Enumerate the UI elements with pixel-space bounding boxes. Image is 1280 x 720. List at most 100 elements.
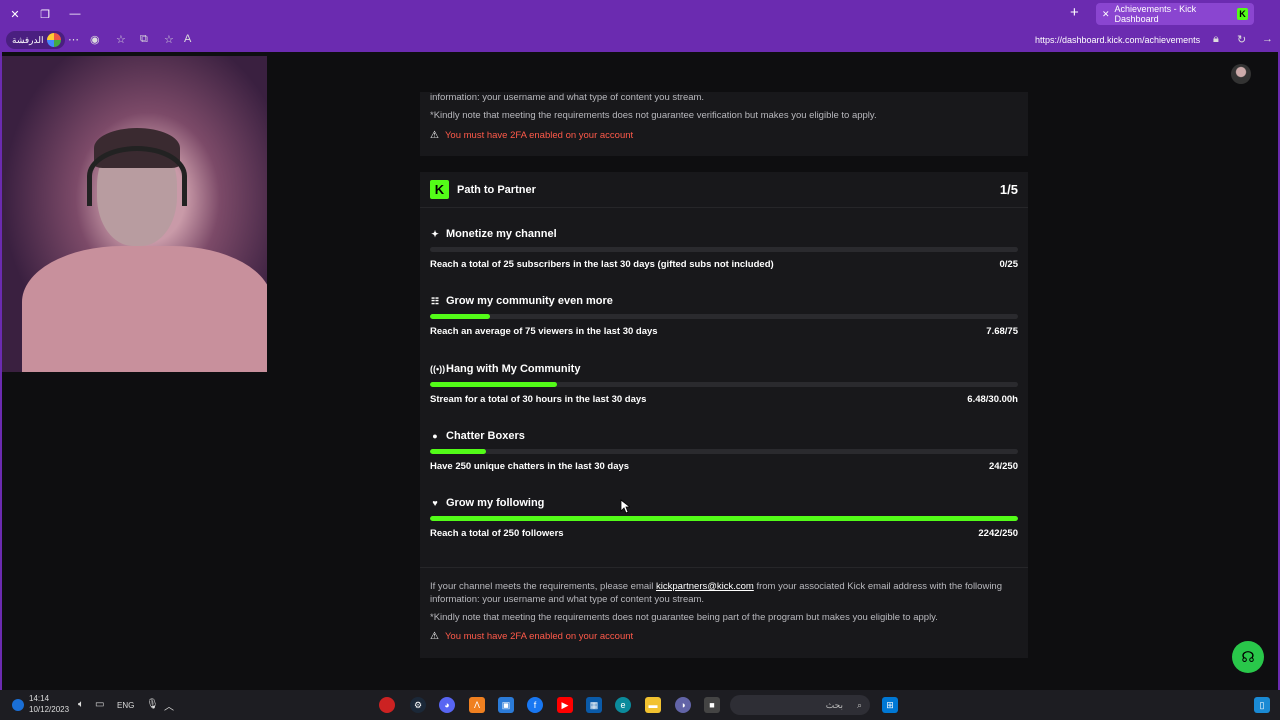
goal-progress-bar [430, 449, 1018, 454]
goal-item: ♥ Grow my following Reach a total of 250 f… [430, 497, 1018, 557]
network-icon[interactable]: ▭ [95, 699, 104, 710]
goal-progress-fill [430, 516, 1018, 521]
search-placeholder: بحث [825, 699, 843, 710]
webcam-overlay [2, 56, 267, 372]
discord-icon[interactable]: ◕ [439, 697, 455, 713]
goal-description: Reach a total of 25 subscribers in the l… [430, 259, 774, 270]
file-explorer-icon[interactable]: ▬ [645, 697, 661, 713]
broadcast-icon: ((•)) [430, 364, 446, 374]
kick-favicon-icon: K [1237, 8, 1248, 20]
verification-card: information: your username and what type… [420, 92, 1028, 156]
goal-description: Reach an average of 75 viewers in the la… [430, 326, 658, 337]
goal-progress-bar [430, 382, 1018, 387]
app-launcher-icon[interactable]: Λ [469, 697, 485, 713]
taskbar-date[interactable]: 10/12/2023 [29, 705, 69, 714]
goal-progress-bar [430, 247, 1018, 252]
taskbar-search-input[interactable]: بحث ⌕ [730, 695, 870, 715]
goal-item: ☷ Grow my community even more Reach an ave… [430, 295, 1018, 355]
search-icon: ⌕ [856, 699, 862, 710]
goal-item: ✦ Monetize my channel Reach a total of 25 … [430, 228, 1018, 288]
tray-chevron-icon[interactable]: ︿ [164, 698, 174, 713]
goal-progress-bar [430, 314, 1018, 319]
partner-card: K Path to Partner 1/5 ✦ Monetize my chann… [420, 172, 1028, 658]
account-icon[interactable]: ◉ [90, 33, 100, 46]
goal-title-text: Monetize my channel [446, 228, 557, 240]
email-link[interactable]: kickpartners@kick.com [656, 581, 754, 592]
notification-icon[interactable] [12, 699, 24, 711]
lock-icon[interactable]: 🔒︎ [1213, 33, 1219, 46]
kick-logo-icon: K [430, 180, 449, 199]
warning-icon: ⚠ [430, 631, 439, 642]
volume-icon[interactable]: 🔈︎ [78, 699, 84, 710]
goal-title-text: Grow my following [446, 497, 545, 509]
youtube-icon[interactable]: ▶ [557, 697, 573, 713]
sparkle-icon: ✦ [431, 228, 439, 239]
goal-title-text: Hang with My Community [446, 363, 581, 375]
goal-title: ✦ Monetize my channel [430, 228, 557, 240]
taskbar-time[interactable]: 14:14 [29, 694, 49, 703]
verification-warning: ⚠ You must have 2FA enabled on your acco… [430, 130, 633, 141]
goal-progress-bar [430, 516, 1018, 521]
tab-title: Achievements - Kick Dashboard [1114, 4, 1197, 24]
language-indicator[interactable]: ENG [117, 701, 134, 710]
copilot-icon[interactable] [47, 33, 62, 47]
tab-achievements[interactable]: ✕ Achievements - Kick Dashboard K [1096, 3, 1254, 25]
teams-icon[interactable]: ◑ [675, 697, 691, 713]
favorites-icon[interactable]: ☆ [116, 33, 126, 46]
goal-value: 2242/250 [978, 528, 1018, 539]
support-chat-button[interactable]: ☊ [1232, 641, 1264, 673]
goal-value: 24/250 [988, 461, 1018, 472]
footer-text: If your channel meets the requirements, … [430, 581, 1002, 605]
community-icon: ☷ [430, 295, 440, 306]
goal-description: Stream for a total of 30 hours in the la… [430, 394, 647, 405]
partner-card-header: K Path to Partner 1/5 [420, 172, 1028, 208]
goal-title-text: Grow my community even more [446, 295, 613, 307]
url-field[interactable]: https://dashboard.kick.com/achievements [1035, 35, 1200, 45]
footer-warning: ⚠ You must have 2FA enabled on your acco… [430, 631, 1018, 642]
card-title: Path to Partner [457, 183, 536, 196]
goal-item: ● Chatter Boxers Have 250 unique chatters … [430, 430, 1018, 490]
edge-icon[interactable]: e [615, 697, 631, 713]
profile-label: الدرفشة [12, 34, 44, 45]
app-game-icon[interactable] [379, 697, 395, 713]
new-tab-button[interactable]: + [1070, 4, 1079, 21]
goal-value: 7.68/75 [986, 326, 1018, 337]
goal-title: ● Chatter Boxers [430, 430, 525, 442]
add-favorite-icon[interactable]: ☆ [164, 33, 174, 46]
windows-start-icon[interactable]: ⊞ [882, 697, 898, 713]
back-icon[interactable]: → [1262, 33, 1273, 45]
restore-window-icon[interactable]: ❐ [30, 0, 60, 28]
goals-count: 1/5 [999, 182, 1018, 197]
close-window-icon[interactable]: ✕ [0, 0, 30, 28]
user-avatar[interactable] [1231, 64, 1251, 84]
goal-value: 6.48/30.00h [967, 394, 1018, 405]
steam-icon[interactable]: ⚙ [410, 697, 426, 713]
chat-icon: ● [432, 431, 438, 441]
collections-icon[interactable]: ⧉ [140, 33, 148, 46]
tab-close-icon[interactable]: ✕ [1102, 9, 1110, 20]
minimize-window-icon[interactable]: — [60, 0, 90, 28]
goal-title-text: Chatter Boxers [446, 430, 525, 442]
mouse-cursor-icon [620, 499, 630, 514]
partner-footer: If your channel meets the requirements, … [420, 567, 1028, 642]
facebook-icon[interactable]: f [527, 697, 543, 713]
read-aloud-icon[interactable]: A [184, 33, 191, 45]
goal-title: ♥ Grow my following [430, 497, 544, 509]
microphone-icon[interactable]: 🎙︎ [146, 699, 159, 710]
goal-title: ((•)) Hang with My Community [430, 363, 580, 375]
goal-progress-fill [430, 449, 487, 454]
app-window-icon[interactable]: ▣ [498, 697, 514, 713]
goal-progress-fill [430, 382, 557, 387]
show-desktop-icon[interactable]: ▯ [1254, 697, 1270, 713]
windows-taskbar [0, 690, 1280, 720]
verification-info-text: information: your username and what type… [430, 92, 705, 103]
refresh-icon[interactable]: ↻ [1237, 33, 1246, 46]
more-icon[interactable]: ⋯ [68, 33, 79, 46]
verification-note: *Kindly note that meeting the requiremen… [430, 110, 877, 121]
app-dark-icon[interactable]: ■ [704, 697, 720, 713]
profile-button[interactable]: الدرفشة [6, 31, 66, 49]
heart-icon: ♥ [432, 498, 438, 508]
goal-description: Reach a total of 250 followers [430, 528, 564, 539]
warning-text: You must have 2FA enabled on your accoun… [444, 631, 634, 642]
store-icon[interactable]: ▦ [586, 697, 602, 713]
